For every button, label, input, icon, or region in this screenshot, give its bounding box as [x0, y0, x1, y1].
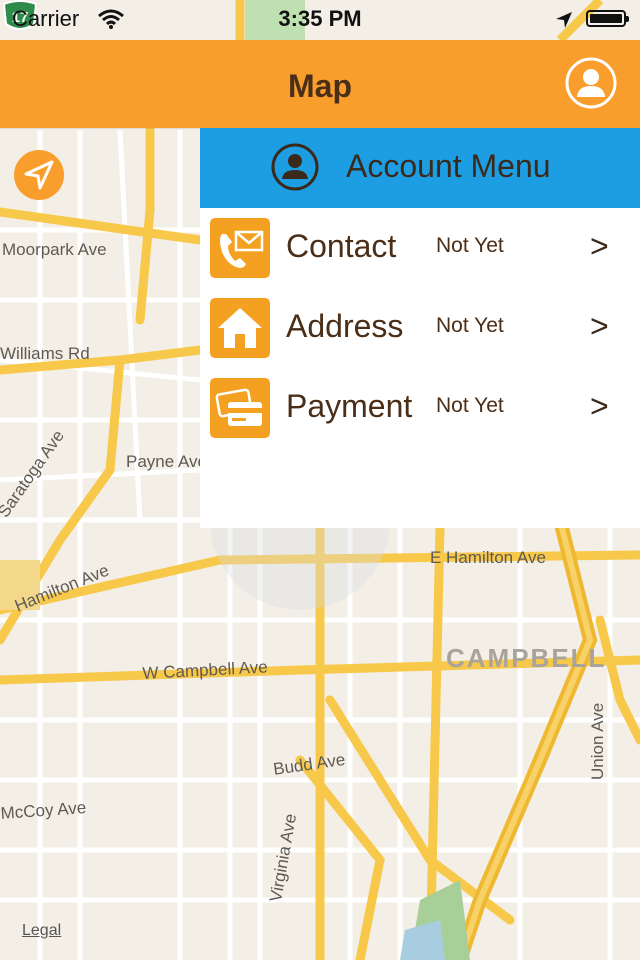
- phone-mail-icon: [210, 218, 270, 278]
- street-label: Payne Ave: [126, 452, 207, 471]
- menu-item-label: Address: [286, 308, 404, 344]
- battery-icon: [586, 10, 629, 27]
- menu-item-status: Not Yet: [436, 394, 504, 417]
- navigation-bar: Map: [0, 40, 640, 128]
- location-arrow-icon: [24, 160, 54, 190]
- menu-item-label: Contact: [286, 228, 397, 264]
- menu-item-status: Not Yet: [436, 234, 504, 257]
- account-avatar-icon: [271, 143, 319, 191]
- locate-me-button[interactable]: [14, 150, 64, 200]
- credit-card-icon: [210, 378, 270, 438]
- menu-item-address[interactable]: Address Not Yet >: [200, 288, 640, 368]
- city-label: CAMPBELL: [446, 643, 607, 673]
- account-menu-header: Account Menu: [200, 128, 640, 208]
- location-services-icon: [556, 12, 572, 28]
- account-menu-title: Account Menu: [346, 148, 551, 184]
- account-menu: Account Menu Contact Not Yet > Address N…: [200, 128, 640, 528]
- legal-link[interactable]: Legal: [22, 922, 61, 940]
- menu-item-contact[interactable]: Contact Not Yet >: [200, 208, 640, 288]
- clock: 3:35 PM: [278, 6, 362, 31]
- person-icon[interactable]: [564, 56, 618, 110]
- page-title: Map: [288, 68, 352, 104]
- menu-item-payment[interactable]: Payment Not Yet >: [200, 368, 640, 448]
- chevron-right-icon: >: [590, 308, 609, 344]
- status-bar: Carrier 3:35 PM: [0, 0, 640, 40]
- street-label: Williams Rd: [0, 344, 90, 363]
- menu-item-label: Payment: [286, 388, 413, 424]
- street-label: Union Ave: [588, 702, 607, 780]
- chevron-right-icon: >: [590, 228, 609, 264]
- street-label: Moorpark Ave: [2, 240, 107, 259]
- street-label: E Hamilton Ave: [430, 548, 546, 567]
- chevron-right-icon: >: [590, 388, 609, 424]
- house-icon: [210, 298, 270, 358]
- menu-item-status: Not Yet: [436, 314, 504, 337]
